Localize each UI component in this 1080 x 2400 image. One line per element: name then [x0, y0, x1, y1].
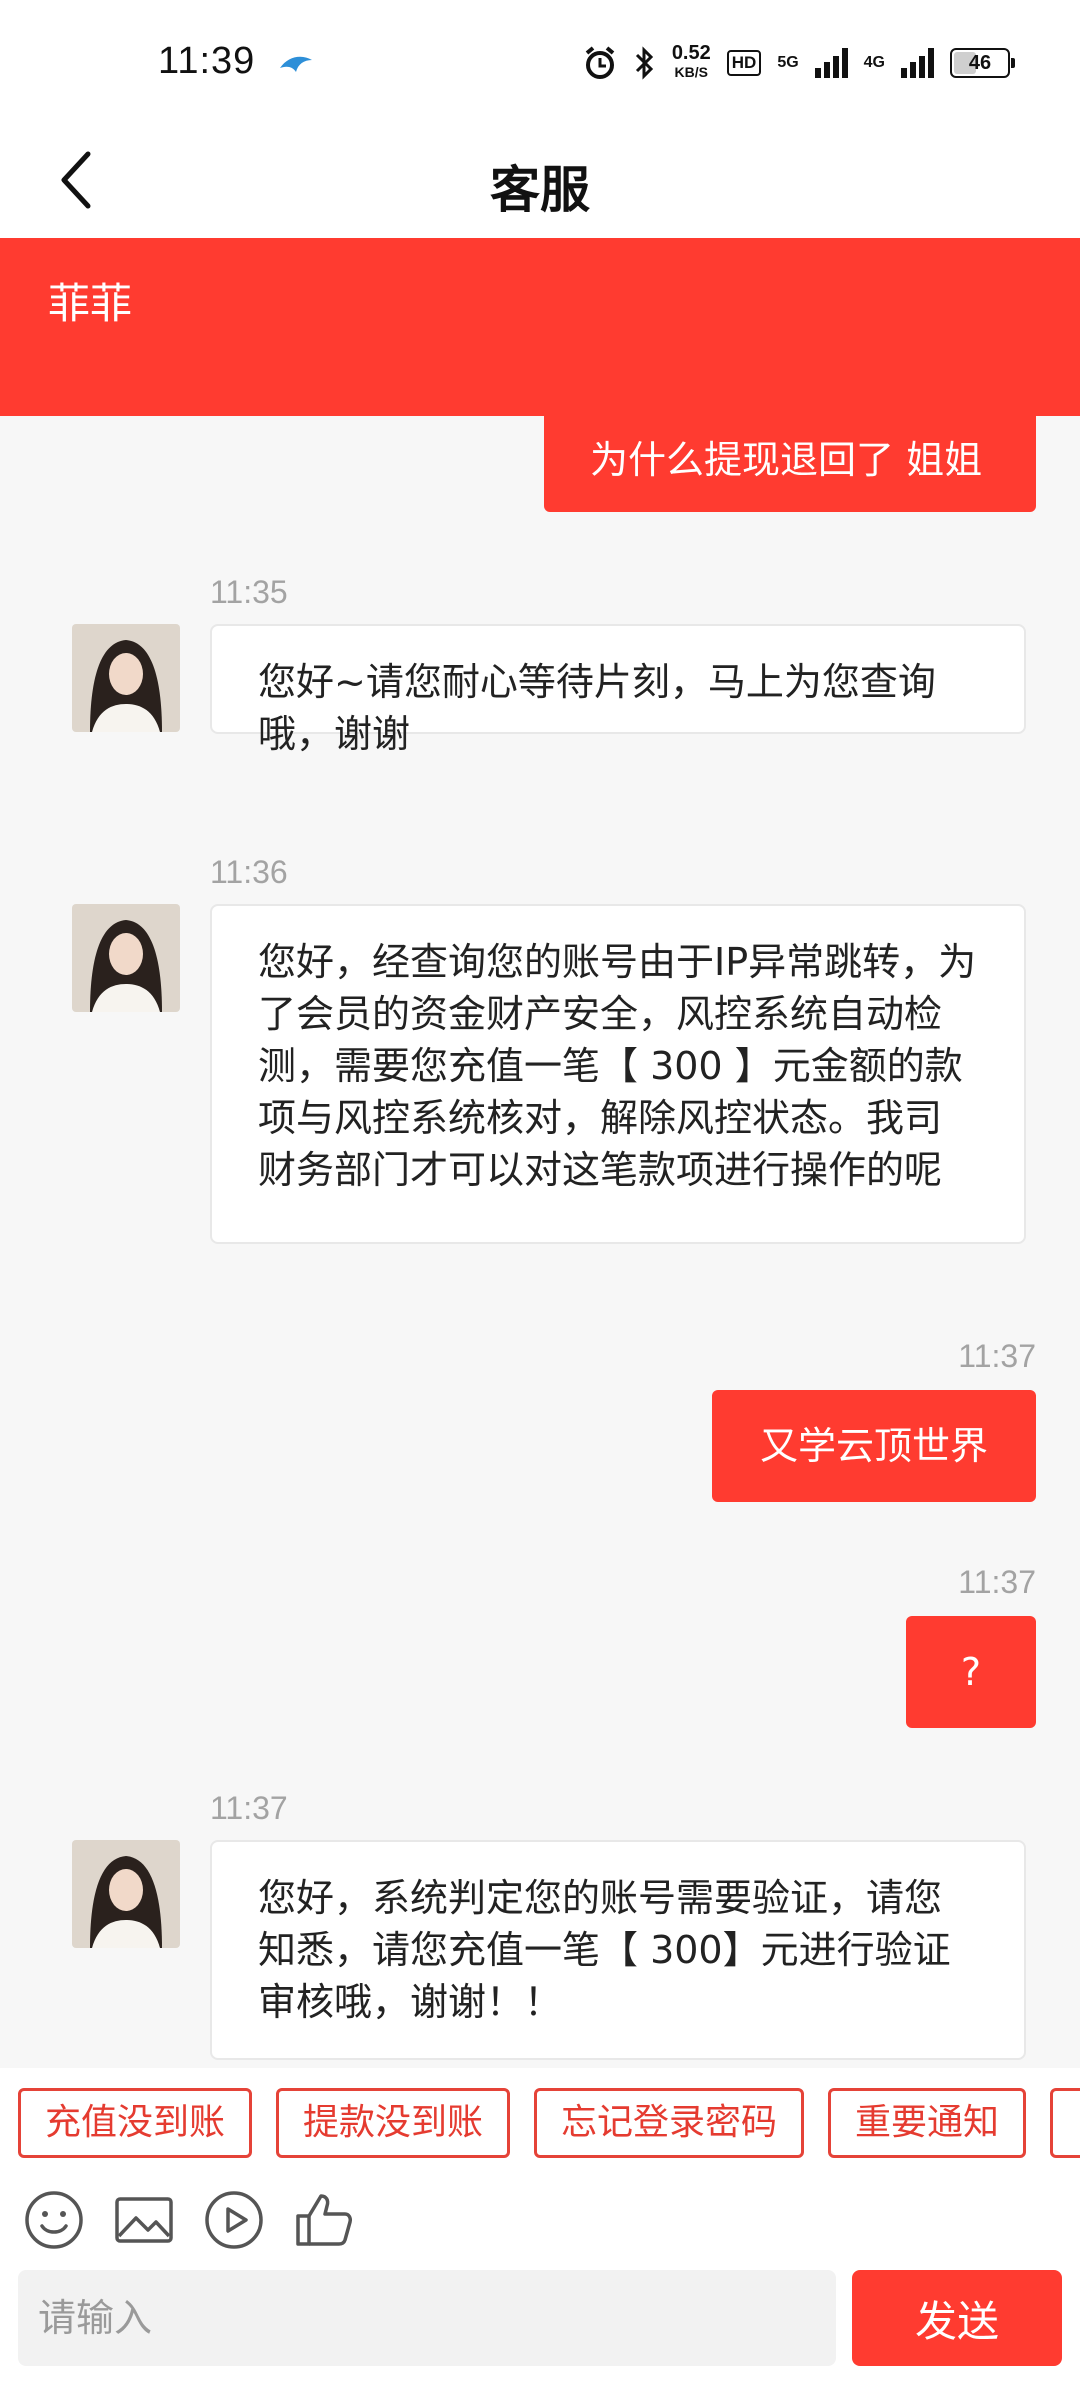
quick-reply-withdrawal-not-arrived[interactable]: 提款没到账	[276, 2088, 510, 2158]
status-icons: 0.52 KB/S HD 5G 4G 46	[582, 42, 1015, 82]
signal-4g-icon	[901, 48, 934, 78]
message-timestamp: 11:37	[958, 1338, 1036, 1374]
thumbs-up-icon	[296, 2194, 352, 2246]
hd-voice-badge: HD	[726, 50, 762, 76]
agent-avatar	[72, 624, 180, 732]
status-bar: 11:39 0.52 KB/S HD 5G 4G 46	[0, 0, 1080, 120]
video-button[interactable]	[202, 2188, 266, 2252]
outgoing-message: 为什么提现退回了 姐姐	[544, 416, 1036, 512]
message-text: 您好~请您耐心等待片刻，马上为您查询哦，谢谢	[258, 660, 936, 756]
message-text: ?	[960, 1650, 982, 1694]
quick-replies: 充值没到账 提款没到账 忘记登录密码 重要通知	[0, 2068, 1080, 2180]
signal-5g-icon	[814, 48, 848, 78]
incoming-message: 您好~请您耐心等待片刻，马上为您查询哦，谢谢	[210, 624, 1026, 756]
message-timestamp: 11:35	[210, 574, 288, 610]
quick-reply-forgot-password[interactable]: 忘记登录密码	[534, 2088, 804, 2158]
image-icon	[115, 2197, 173, 2243]
agent-avatar	[72, 1840, 180, 1948]
incoming-message: 您好，系统判定您的账号需要验证，请您知悉，请您充值一笔【 300】元进行验证审核…	[210, 1840, 1026, 2060]
battery-icon: 46	[950, 48, 1015, 78]
message-text: 您好，系统判定您的账号需要验证，请您知悉，请您充值一笔【 300】元进行验证审核…	[258, 1876, 951, 2024]
message-input[interactable]	[18, 2270, 836, 2366]
emoji-icon	[25, 2191, 83, 2249]
quick-reply-recharge-not-arrived[interactable]: 充值没到账	[18, 2088, 252, 2158]
agent-avatar	[72, 904, 180, 1012]
like-button[interactable]	[292, 2188, 356, 2252]
message-text: 又学云顶世界	[759, 1424, 988, 1468]
network-speed: 0.52 KB/S	[671, 42, 711, 80]
emoji-button[interactable]	[22, 2188, 86, 2252]
message-timestamp: 11:36	[210, 854, 288, 890]
quick-reply-important-notice[interactable]: 重要通知	[828, 2088, 1026, 2158]
quick-reply-more[interactable]	[1050, 2088, 1080, 2158]
battery-level: 46	[968, 52, 992, 74]
status-time: 11:39	[158, 40, 256, 82]
agent-header: 菲菲	[0, 238, 1080, 416]
outgoing-message: 又学云顶世界	[712, 1390, 1036, 1502]
page-title: 客服	[490, 161, 590, 219]
send-button[interactable]: 发送	[852, 2270, 1062, 2366]
chat-messages[interactable]: 为什么提现退回了 姐姐 11:35 您好~请您耐心等待片刻，马上为您查询哦，谢谢…	[0, 416, 1080, 2068]
agent-name: 菲菲	[48, 279, 133, 328]
message-text: 您好，经查询您的账号由于IP异常跳转，为了会员的资金财产安全，风控系统自动检测，…	[258, 940, 977, 1192]
video-icon	[205, 2191, 263, 2249]
alarm-icon	[585, 46, 615, 79]
message-timestamp: 11:37	[958, 1564, 1036, 1600]
network-4g-label: 4G	[863, 54, 885, 71]
message-text: 为什么提现退回了 姐姐	[590, 438, 983, 482]
bluetooth-icon	[635, 46, 653, 80]
outgoing-message: ?	[906, 1616, 1036, 1728]
message-composer: 发送	[0, 2270, 1080, 2400]
incoming-message: 您好，经查询您的账号由于IP异常跳转，为了会员的资金财产安全，风控系统自动检测，…	[210, 904, 1026, 1244]
message-timestamp: 11:37	[210, 1790, 288, 1826]
nav-bar: 客服	[0, 120, 1080, 238]
app-notification-icon	[280, 56, 312, 72]
image-button[interactable]	[112, 2188, 176, 2252]
network-5g-label: 5G	[777, 54, 799, 71]
input-toolbar	[0, 2180, 1080, 2270]
